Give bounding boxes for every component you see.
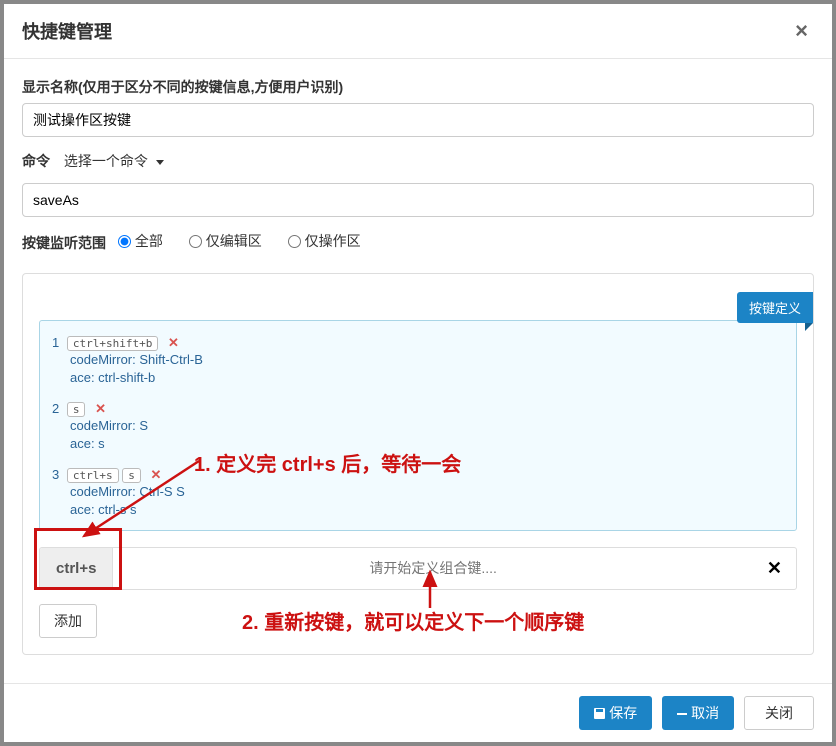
modal-body: 显示名称(仅用于区分不同的按键信息,方便用户识别) 命令 选择一个命令 按键监听…: [4, 59, 832, 673]
save-button[interactable]: 保存: [579, 696, 652, 730]
command-group: 命令 选择一个命令: [22, 151, 814, 217]
delete-row-icon[interactable]: ✕: [150, 467, 161, 482]
command-select-text: 选择一个命令: [64, 153, 148, 169]
command-input[interactable]: [22, 183, 814, 217]
display-name-group: 显示名称(仅用于区分不同的按键信息,方便用户识别): [22, 77, 814, 137]
modal-title: 快捷键管理: [22, 18, 112, 44]
capture-row: ctrl+s ✕: [39, 547, 797, 590]
clear-capture-icon[interactable]: ✕: [753, 548, 796, 589]
add-button[interactable]: 添加: [39, 604, 97, 638]
key-row-2: 2 s ✕ codeMirror: S ace: s: [52, 397, 784, 463]
command-select-dropdown[interactable]: 选择一个命令: [64, 153, 164, 169]
scope-radio-editor[interactable]: 仅编辑区: [189, 231, 262, 251]
shortcut-manager-modal: 快捷键管理 × 显示名称(仅用于区分不同的按键信息,方便用户识别) 命令 选择一…: [4, 4, 832, 742]
command-label: 命令: [22, 151, 50, 171]
key-list: 1 ctrl+shift+b ✕ codeMirror: Shift-Ctrl-…: [39, 320, 797, 531]
scope-group: 按键监听范围 全部 仅编辑区 仅操作区: [22, 231, 814, 259]
close-button[interactable]: 关闭: [744, 696, 814, 730]
delete-row-icon[interactable]: ✕: [95, 401, 106, 416]
minus-icon: [677, 713, 687, 715]
close-icon[interactable]: ×: [789, 19, 814, 43]
key-definition-panel: 按键定义 1 ctrl+shift+b ✕ codeMirror: Shift-…: [22, 273, 814, 655]
scope-radio-all[interactable]: 全部: [118, 231, 163, 251]
scope-radio-action[interactable]: 仅操作区: [288, 231, 361, 251]
kbd: ctrl+shift+b: [67, 336, 158, 351]
kbd: s: [67, 402, 86, 417]
key-row-1: 1 ctrl+shift+b ✕ codeMirror: Shift-Ctrl-…: [52, 331, 784, 397]
kbd: ctrl+s: [67, 468, 119, 483]
capture-input[interactable]: [113, 548, 752, 589]
key-row-3: 3 ctrl+s s ✕ codeMirror: Ctrl-S S ace: c…: [52, 463, 784, 519]
kbd: s: [122, 468, 141, 483]
captured-key: ctrl+s: [40, 548, 113, 589]
delete-row-icon[interactable]: ✕: [168, 335, 179, 350]
modal-footer: 保存 取消 关闭: [4, 683, 832, 742]
key-definition-badge: 按键定义: [737, 292, 813, 323]
caret-down-icon: [156, 160, 164, 165]
cancel-button[interactable]: 取消: [662, 696, 734, 730]
display-name-label: 显示名称(仅用于区分不同的按键信息,方便用户识别): [22, 77, 343, 97]
display-name-input[interactable]: [22, 103, 814, 137]
save-icon: [594, 708, 605, 719]
modal-header: 快捷键管理 ×: [4, 4, 832, 59]
scope-label: 按键监听范围: [22, 233, 106, 253]
